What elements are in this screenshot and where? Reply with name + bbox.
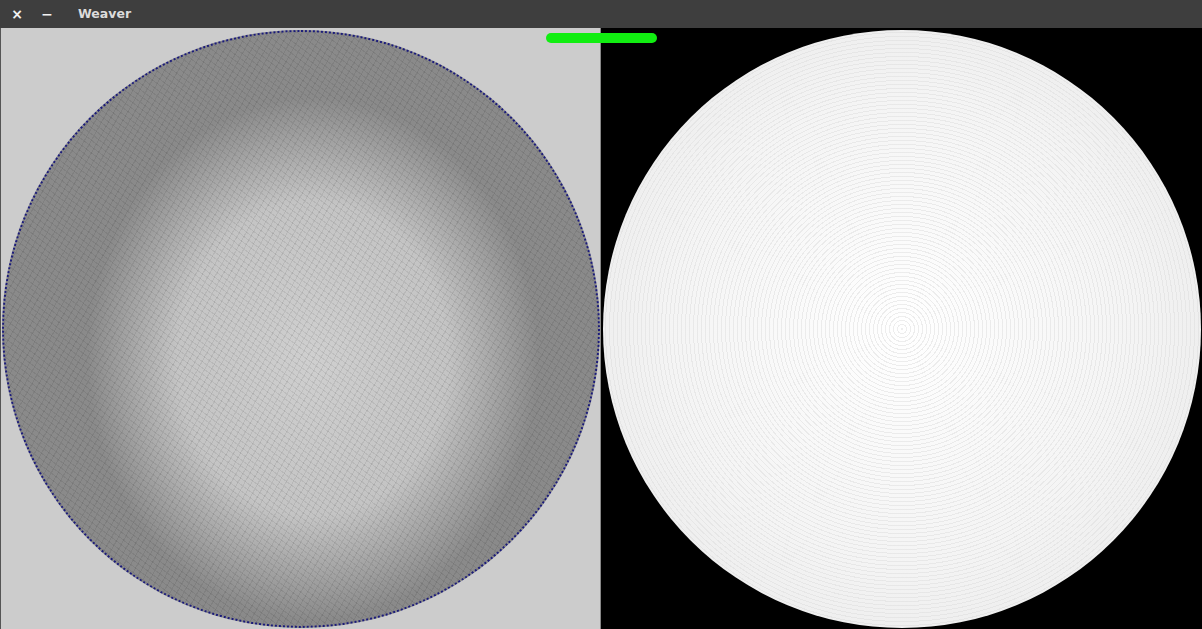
string-art-canvas [2, 30, 600, 628]
minimize-button[interactable]: − [40, 7, 54, 21]
close-button[interactable]: × [10, 7, 24, 21]
source-image-pane [600, 28, 1202, 629]
window-title: Weaver [78, 5, 131, 24]
workspace [0, 28, 1202, 629]
string-art-pane [0, 28, 600, 629]
progress-bar [546, 33, 657, 43]
processed-image [603, 30, 1201, 628]
progress-fill [546, 33, 657, 43]
title-bar: × − Weaver [0, 0, 1202, 28]
